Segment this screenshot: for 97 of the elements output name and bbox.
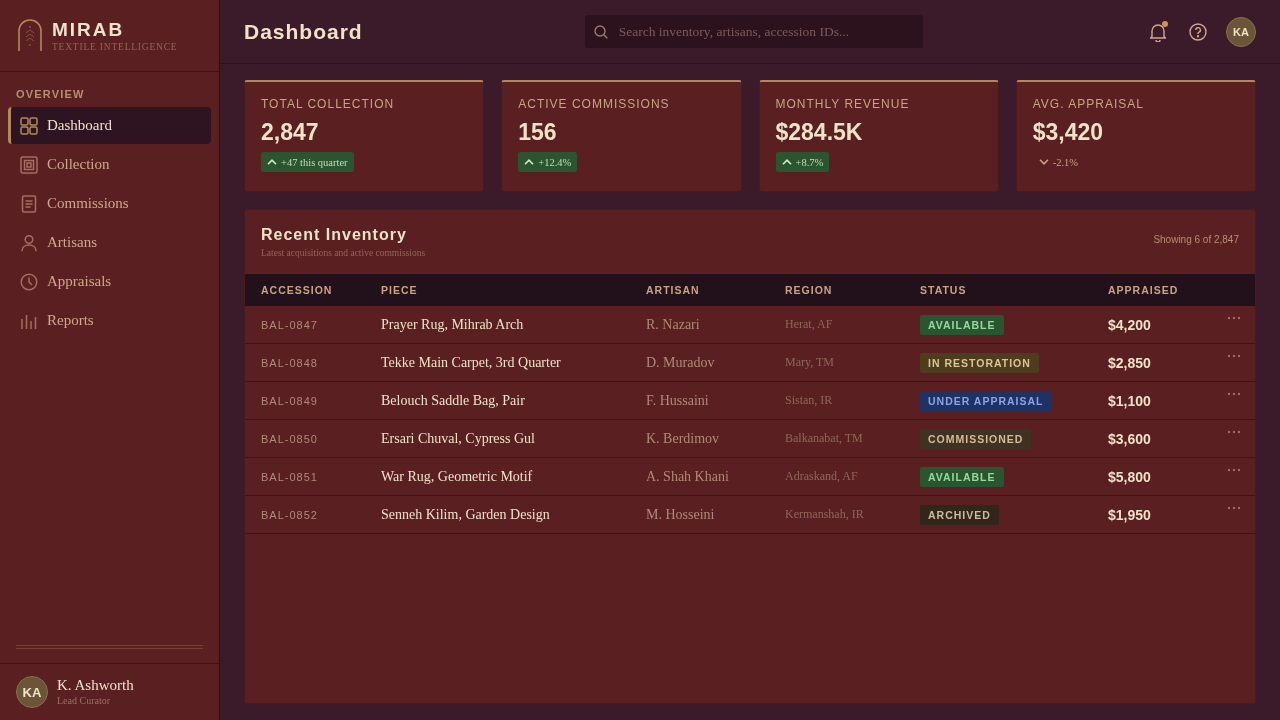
more-button[interactable] xyxy=(1227,315,1241,321)
region-cell: Sistan, IR xyxy=(785,393,833,408)
status-tag: COMMISSIONED xyxy=(920,428,1032,449)
accession-cell: BAL-0848 xyxy=(261,356,318,369)
accession-cell: BAL-0852 xyxy=(261,508,318,521)
help-icon xyxy=(1189,22,1207,41)
nav-item[interactable]: Dashboard xyxy=(8,107,211,144)
search-icon xyxy=(593,25,608,39)
artisan-cell: K. Berdimov xyxy=(646,430,720,447)
column-header: REGION xyxy=(785,284,833,296)
artisan-cell: D. Muradov xyxy=(646,354,715,371)
nav-section-label: OVERVIEW xyxy=(15,88,85,100)
row-count: Showing 6 of 2,847 xyxy=(1153,234,1239,245)
stat-value: 156 xyxy=(518,118,557,146)
accession-cell: BAL-0849 xyxy=(261,394,318,407)
artisan-cell: A. Shah Khani xyxy=(646,468,729,485)
stat-value: $284.5K xyxy=(775,118,863,146)
artisan-cell: R. Nazari xyxy=(646,316,700,333)
stat-label: TOTAL COLLECTION xyxy=(261,97,395,111)
more-button[interactable] xyxy=(1227,429,1241,435)
accession-cell: BAL-0850 xyxy=(261,432,318,445)
stat-label: AVG. APPRAISAL xyxy=(1032,97,1144,111)
appraised-cell: $2,850 xyxy=(1108,354,1151,371)
region-cell: Balkanabat, TM xyxy=(785,431,863,446)
brand-name: MIRAB xyxy=(52,18,126,41)
more-button[interactable] xyxy=(1227,467,1241,473)
stat-delta: -2.1% xyxy=(1032,152,1085,172)
piece-cell: Tekke Main Carpet, 3rd Quarter xyxy=(381,354,561,371)
more-icon xyxy=(1227,430,1241,434)
appraised-cell: $1,100 xyxy=(1108,392,1151,409)
region-cell: Mary, TM xyxy=(785,355,834,370)
status-tag: AVAILABLE xyxy=(920,314,1004,335)
stat-label: ACTIVE COMMISSIONS xyxy=(518,97,670,111)
panel-title: Recent Inventory xyxy=(261,225,408,245)
more-button[interactable] xyxy=(1227,353,1241,359)
nav-item[interactable]: Artisans xyxy=(8,224,211,261)
more-icon xyxy=(1227,354,1241,358)
more-button[interactable] xyxy=(1227,505,1241,511)
region-cell: Adraskand, AF xyxy=(785,469,858,484)
nav-item[interactable]: Appraisals xyxy=(8,263,211,300)
region-cell: Kermanshah, IR xyxy=(785,507,864,522)
more-icon xyxy=(1227,468,1241,472)
status-tag: IN RESTORATION xyxy=(920,352,1039,373)
framed-square-icon xyxy=(20,155,38,174)
more-button[interactable] xyxy=(1227,391,1241,397)
search-field[interactable]: Search inventory, artisans, accession IDs... xyxy=(584,15,923,48)
appraised-cell: $5,800 xyxy=(1108,468,1151,485)
appraised-cell: $1,950 xyxy=(1108,506,1151,523)
user-role: Lead Curator xyxy=(57,694,112,708)
nav-item[interactable]: Collection xyxy=(8,146,211,183)
person-icon xyxy=(20,233,38,252)
artisan-cell: F. Hussaini xyxy=(646,392,709,409)
piece-cell: War Rug, Geometric Motif xyxy=(381,468,533,485)
stat-delta: +8.7% xyxy=(775,152,830,172)
more-icon xyxy=(1227,506,1241,510)
appraised-cell: $3,600 xyxy=(1108,430,1151,447)
piece-cell: Ersari Chuval, Cypress Gul xyxy=(381,430,535,447)
column-header: STATUS xyxy=(920,284,967,296)
status-tag: UNDER APPRAISAL xyxy=(920,390,1052,411)
status-tag: AVAILABLE xyxy=(920,466,1004,487)
region-cell: Herat, AF xyxy=(785,317,833,332)
nav-item[interactable]: Reports xyxy=(8,302,211,339)
clock-icon xyxy=(20,272,38,291)
user-avatar: KA xyxy=(16,676,48,708)
piece-cell: Prayer Rug, Mihrab Arch xyxy=(381,316,524,333)
artisan-cell: M. Hosseini xyxy=(646,506,715,523)
column-header: ARTISAN xyxy=(646,284,700,296)
document-icon xyxy=(20,194,38,213)
arch-logo-icon xyxy=(18,19,42,52)
stat-value: 2,847 xyxy=(261,118,319,146)
user-name: K. Ashworth xyxy=(57,676,134,694)
more-icon xyxy=(1227,316,1241,320)
chevron-down-icon xyxy=(1038,159,1049,165)
appraised-cell: $4,200 xyxy=(1108,316,1151,333)
brand-tagline: TEXTILE INTELLIGENCE xyxy=(52,40,178,53)
chevron-up-icon xyxy=(781,159,792,165)
bell-icon xyxy=(1149,21,1167,42)
stat-delta: +12.4% xyxy=(518,152,578,172)
stat-value: $3,420 xyxy=(1032,118,1104,146)
nav-item[interactable]: Commissions xyxy=(8,185,211,222)
column-header: ACCESSION xyxy=(261,284,333,296)
chevron-up-icon xyxy=(267,159,277,165)
stat-label: MONTHLY REVENUE xyxy=(775,97,910,111)
accession-cell: BAL-0851 xyxy=(261,470,318,483)
stat-delta: +47 this quarter xyxy=(261,152,354,172)
column-header: PIECE xyxy=(381,284,418,296)
accession-cell: BAL-0847 xyxy=(261,318,318,331)
more-icon xyxy=(1227,392,1241,396)
panel-subtitle: Latest acquisitions and active commissions xyxy=(261,247,426,260)
column-header: APPRAISED xyxy=(1108,284,1179,296)
grid-icon xyxy=(20,116,38,135)
status-tag: ARCHIVED xyxy=(920,504,999,525)
chevron-up-icon xyxy=(524,159,535,165)
page-title: Dashboard xyxy=(244,19,363,44)
user-avatar[interactable]: KA xyxy=(1226,16,1256,47)
piece-cell: Senneh Kilim, Garden Design xyxy=(381,506,550,523)
piece-cell: Belouch Saddle Bag, Pair xyxy=(381,392,525,409)
